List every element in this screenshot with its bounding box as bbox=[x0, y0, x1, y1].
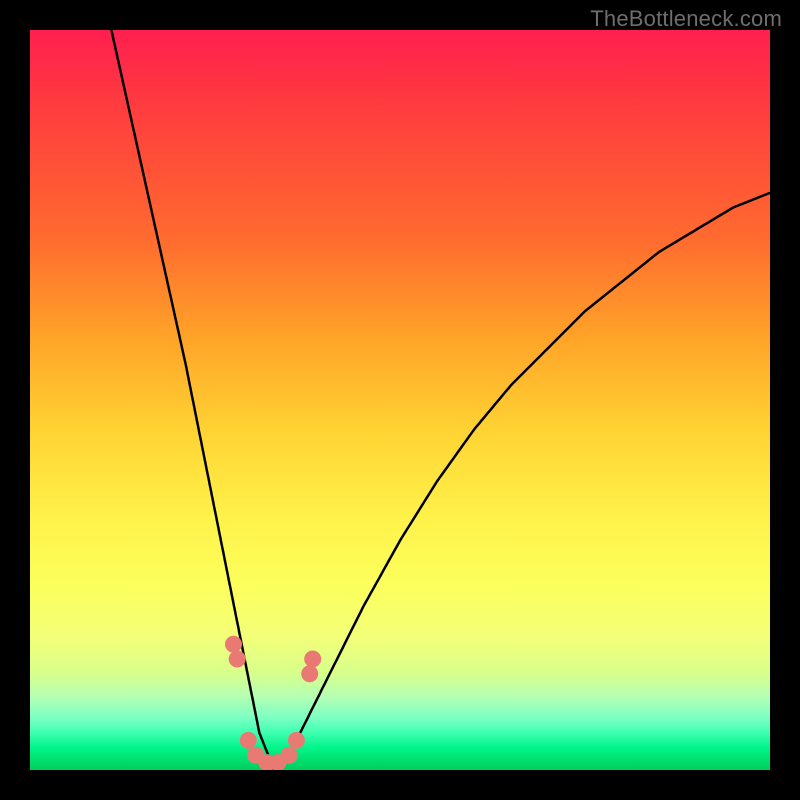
curve-marker bbox=[281, 747, 297, 763]
curve-marker bbox=[305, 651, 321, 667]
bottleneck-curve bbox=[111, 30, 770, 770]
marker-group bbox=[226, 636, 321, 770]
curve-marker bbox=[229, 651, 245, 667]
watermark-text: TheBottleneck.com bbox=[590, 6, 782, 32]
chart-svg bbox=[30, 30, 770, 770]
plot-area bbox=[30, 30, 770, 770]
curve-marker bbox=[226, 636, 242, 652]
outer-frame: TheBottleneck.com bbox=[0, 0, 800, 800]
curve-marker bbox=[240, 732, 256, 748]
curve-marker bbox=[288, 732, 304, 748]
curve-marker bbox=[302, 666, 318, 682]
